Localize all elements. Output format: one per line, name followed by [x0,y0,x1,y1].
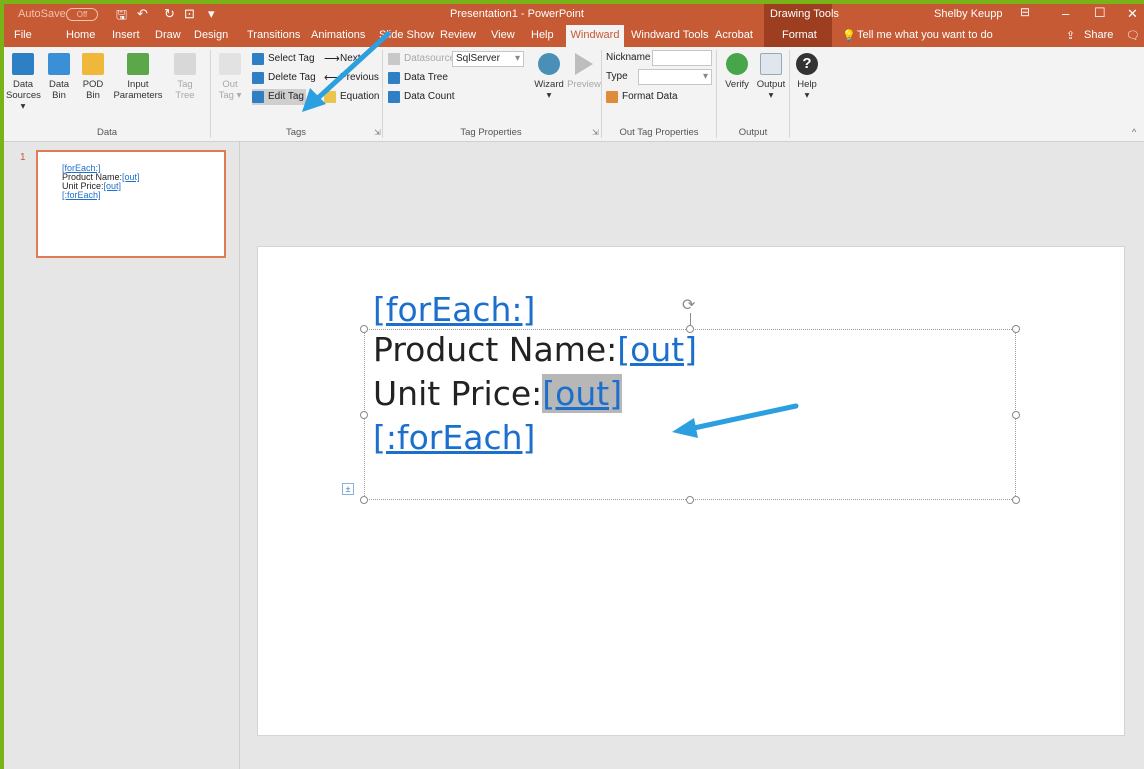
arrow-to-edit-tag [302,31,391,112]
annotation-arrows [302,31,799,438]
powerpoint-window: AutoSave Off 🖫 ↶ ↻ ⊡ ▾ Presentation1 - P… [4,4,1144,769]
arrow-to-unit-price-tag [672,403,799,438]
